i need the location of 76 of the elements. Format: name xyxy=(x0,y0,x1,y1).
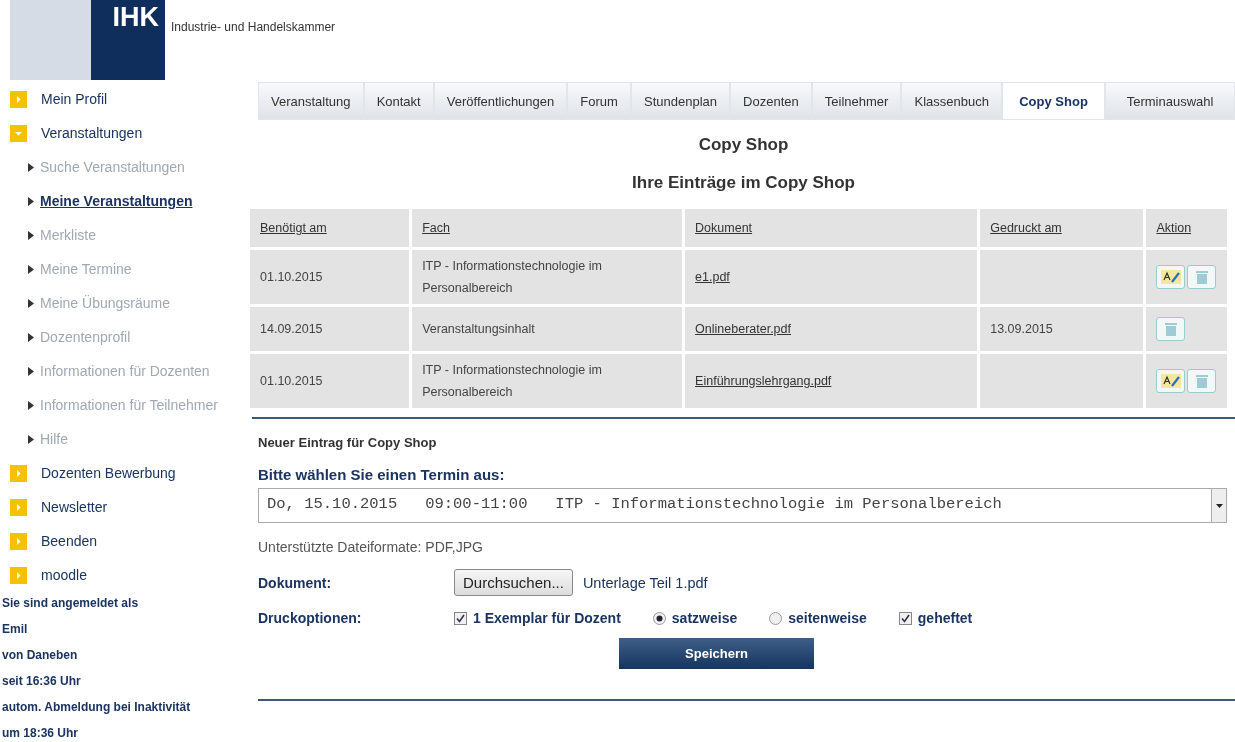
appointment-dropdown[interactable]: Do, 15.10.2015 09:00-11:00 ITP - Informationstechnologie im Personalbereich xyxy=(258,488,1227,523)
table-cell: Veranstaltungsinhalt xyxy=(412,307,683,351)
tab[interactable]: Forum xyxy=(567,82,631,120)
document-link[interactable]: Onlineberater.pdf xyxy=(695,322,791,336)
triangle-icon xyxy=(28,332,34,342)
field-label: Druckoptionen: xyxy=(258,610,363,626)
radio-button[interactable] xyxy=(769,611,783,625)
triangle-icon xyxy=(28,162,34,172)
table-cell: 14.09.2015 xyxy=(250,307,410,351)
table-cell: 01.10.2015 xyxy=(250,250,410,304)
tab[interactable]: Klassenbuch xyxy=(901,82,1002,120)
triangle-icon xyxy=(28,264,34,274)
tab[interactable]: Veröffentlichungen xyxy=(433,82,568,120)
triangle-icon xyxy=(28,298,34,308)
trash-icon xyxy=(1164,322,1177,336)
sidebar-item[interactable]: Newsletter xyxy=(10,490,252,524)
table-cell: 01.10.2015 xyxy=(250,354,410,408)
sidebar-item[interactable]: Mein Profil xyxy=(10,82,252,116)
field-label: Bitte wählen Sie einen Termin aus: xyxy=(258,466,506,483)
organization-name: Industrie- und Handelskammer xyxy=(171,20,336,34)
login-info: seit 16:36 Uhr xyxy=(2,673,82,690)
save-button[interactable]: Speichern xyxy=(619,638,814,669)
checkbox[interactable] xyxy=(898,611,912,625)
triangle-icon xyxy=(28,434,34,444)
edit-button[interactable] xyxy=(1156,265,1186,289)
column-header[interactable]: Gedruckt am xyxy=(980,209,1144,247)
option-label: satzweise xyxy=(671,610,738,626)
sidebar-subitem[interactable]: Meine Veranstaltungen xyxy=(10,184,252,218)
dropdown-arrow-icon xyxy=(1215,503,1223,508)
radio-button[interactable] xyxy=(652,611,666,625)
column-header[interactable]: Benötigt am xyxy=(250,209,410,247)
document-link[interactable]: Einführungslehrgang.pdf xyxy=(695,374,832,388)
tab[interactable]: Kontakt xyxy=(363,82,434,120)
login-info: autom. Abmeldung bei Inaktivität xyxy=(2,699,192,716)
tab[interactable]: Teilnehmer xyxy=(811,82,902,120)
section-title: Ihre Einträge im Copy Shop xyxy=(631,172,856,194)
document-link[interactable]: e1.pdf xyxy=(695,270,730,284)
triangle-icon xyxy=(28,400,34,410)
field-label: Dokument: xyxy=(258,574,333,591)
sidebar-item[interactable]: moodle xyxy=(10,558,252,592)
table-cell: ITP - Informationstechnologie im Personalbereich xyxy=(412,354,683,408)
sidebar-item[interactable]: Dozenten Bewerbung xyxy=(10,456,252,490)
form-title: Neuer Eintrag für Copy Shop xyxy=(258,435,438,450)
option-label: geheftet xyxy=(917,610,973,626)
option-label: seitenweise xyxy=(788,610,867,626)
spellcheck-icon xyxy=(1160,270,1181,284)
triangle-icon xyxy=(28,366,34,376)
tab[interactable]: Veranstaltung xyxy=(258,82,364,120)
login-info: von Daneben xyxy=(2,647,79,664)
login-info: um 18:36 Uhr xyxy=(2,725,80,742)
file-format-note: Unterstützte Dateiformate: PDF,JPG xyxy=(258,539,484,555)
checkbox[interactable] xyxy=(454,611,467,625)
triangle-icon xyxy=(28,196,34,206)
tab[interactable]: Terminauswahl xyxy=(1105,82,1235,120)
triangle-icon xyxy=(28,230,34,240)
column-header[interactable]: Fach xyxy=(412,209,683,247)
tab[interactable]: Dozenten xyxy=(730,82,812,120)
login-info: Sie sind angemeldet als xyxy=(2,595,140,612)
tab[interactable]: Copy Shop xyxy=(1002,82,1106,120)
table-cell: ITP - Informationstechnologie im Personalbereich xyxy=(412,250,683,304)
column-header[interactable]: Dokument xyxy=(685,209,978,247)
file-name: Unterlage Teil 1.pdf xyxy=(582,574,708,591)
trash-icon xyxy=(1195,270,1208,284)
trash-icon xyxy=(1195,374,1208,388)
tab[interactable]: Stundenplan xyxy=(630,82,731,120)
table-cell: 13.09.2015 xyxy=(980,307,1144,351)
logo: IHK xyxy=(10,0,165,80)
sidebar-item[interactable]: Veranstaltungen xyxy=(10,116,252,150)
column-header[interactable]: Aktion xyxy=(1146,209,1227,247)
sidebar-item[interactable]: Beenden xyxy=(10,524,252,558)
option-label: 1 Exemplar für Dozent xyxy=(473,610,621,626)
page-title: Copy Shop xyxy=(697,134,790,156)
browse-button[interactable]: Durchsuchen... xyxy=(454,569,573,596)
login-info: Emil xyxy=(2,621,29,638)
spellcheck-icon xyxy=(1160,374,1181,388)
edit-button[interactable] xyxy=(1156,369,1186,393)
